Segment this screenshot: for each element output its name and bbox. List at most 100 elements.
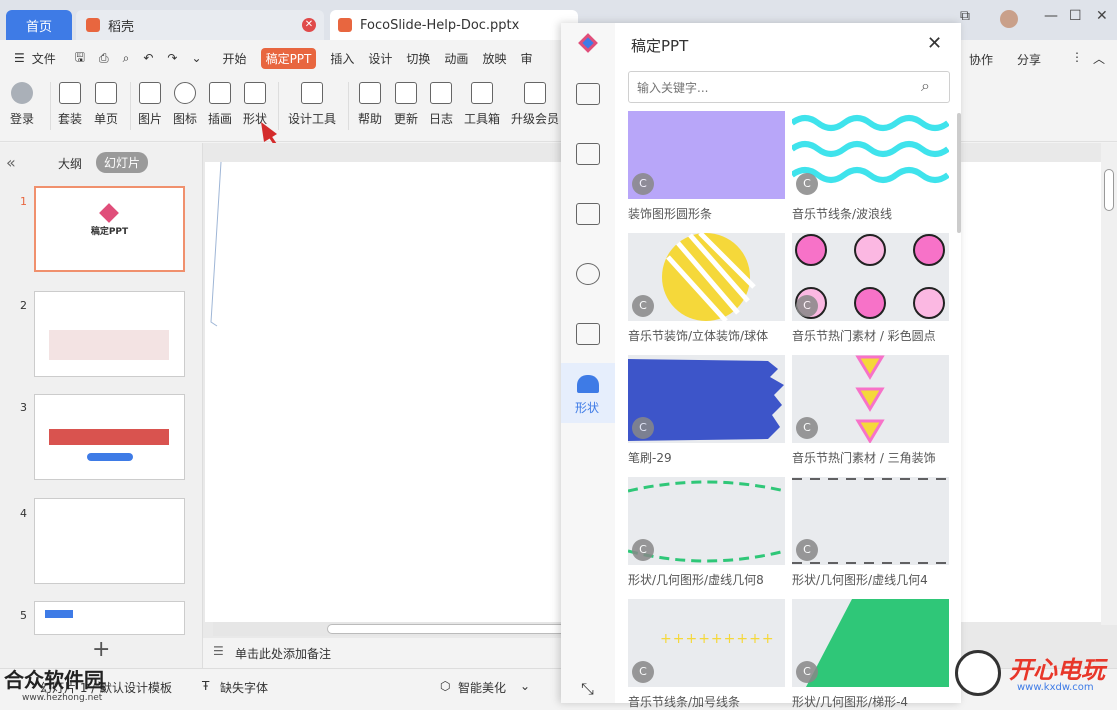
tab-docer[interactable]: 稻壳 ✕ [76, 10, 324, 40]
menu-animation[interactable]: 动画 [444, 50, 468, 67]
notes-placeholder[interactable]: 单击此处添加备注 [235, 645, 331, 662]
search-input[interactable] [637, 78, 907, 98]
panel-scrollbar[interactable] [957, 113, 961, 233]
undo-icon[interactable]: ↶ [143, 51, 153, 65]
collapse-icon[interactable]: ︿ [1093, 50, 1105, 67]
asset-card[interactable]: C [628, 233, 785, 321]
tab-docer-label: 稻壳 [108, 19, 135, 35]
upgrade-label: 升级会员 [511, 112, 560, 126]
nav-shape[interactable]: 形状 [561, 363, 615, 423]
save-icon[interactable]: 🖫 [75, 48, 85, 69]
tab-home[interactable]: 首页 [6, 10, 72, 40]
chevron-down-icon[interactable]: ⌄ [520, 679, 530, 693]
tab-outline[interactable]: 大纲 [58, 155, 82, 172]
asset-card[interactable]: C [792, 477, 949, 565]
menu-gaoding[interactable]: 稿定PPT [260, 47, 317, 69]
menu-collab[interactable]: 协作 [969, 51, 993, 68]
toolbox-icon [471, 82, 493, 104]
slide-thumb-4[interactable] [34, 498, 185, 584]
copyright-badge: C [632, 173, 654, 195]
log-button[interactable]: 日志 [429, 82, 453, 127]
asset-card[interactable]: C [628, 477, 785, 565]
search-box[interactable]: ⌕ [628, 71, 950, 103]
notes-bar[interactable]: ☰ 单击此处添加备注 [203, 638, 561, 668]
user-icon [11, 82, 33, 104]
hamburger-icon[interactable]: ☰ [14, 51, 25, 65]
menu-design[interactable]: 设计 [368, 50, 392, 67]
layout-icon[interactable]: ⧉ [960, 8, 970, 24]
chart-icon[interactable] [576, 323, 600, 345]
add-slide-icon[interactable]: + [92, 637, 110, 662]
watermark-left: 合众软件园 www.hezhong.net [4, 664, 104, 703]
shape-icon [244, 82, 266, 104]
collapse-arrows-icon[interactable]: ⤡ [581, 679, 594, 699]
icon-button[interactable]: 图标 [173, 82, 197, 127]
layout-page-icon[interactable] [576, 143, 600, 165]
slide-thumb-5[interactable] [34, 601, 185, 635]
collapse-panel-icon[interactable]: « [6, 153, 16, 172]
slide-panel: « 大纲 幻灯片 1 稿定PPT 2 3 4 5 + [0, 143, 203, 668]
illustration-button[interactable]: 插画 [208, 82, 232, 127]
slide-thumb-2[interactable] [34, 291, 185, 377]
single-page-label: 单页 [94, 112, 119, 126]
nav-shape-label: 形状 [575, 401, 600, 415]
search-icon[interactable]: ⌕ [921, 76, 930, 96]
asset-card[interactable]: C [792, 233, 949, 321]
close-icon[interactable]: ✕ [302, 18, 316, 32]
dropdown-icon[interactable]: ⌄ [191, 51, 201, 65]
menu-start[interactable]: 开始 [223, 50, 247, 67]
h-scrollbar[interactable] [213, 622, 567, 636]
asset-card[interactable]: C [628, 111, 785, 199]
slide-canvas-right[interactable] [961, 162, 1101, 622]
upgrade-button[interactable]: 升级会员 [511, 82, 559, 127]
minimize-icon[interactable]: — [1044, 8, 1058, 24]
image-button[interactable]: 图片 [138, 82, 162, 127]
suite-button[interactable]: 套装 [58, 82, 82, 127]
print-icon[interactable]: ⎙ [99, 51, 109, 66]
page-icon [95, 82, 117, 104]
copyright-badge: C [632, 539, 654, 561]
asset-card[interactable]: C [792, 599, 949, 687]
log-icon [430, 82, 452, 104]
more-icon[interactable]: ⋮ [1071, 50, 1083, 64]
preview-icon[interactable]: ⌕ [123, 51, 130, 66]
menu-slideshow[interactable]: 放映 [482, 50, 506, 67]
slide-number: 1 [20, 195, 27, 208]
update-button[interactable]: 更新 [394, 82, 418, 127]
picture-icon[interactable] [576, 203, 600, 225]
asset-card[interactable]: +++++++++ C [628, 599, 785, 687]
avatar[interactable] [1000, 10, 1018, 28]
menu-share[interactable]: 分享 [1017, 51, 1041, 68]
slide-canvas[interactable] [205, 162, 561, 622]
login-label: 登录 [10, 112, 35, 126]
emoji-icon[interactable] [576, 263, 600, 285]
slide-thumb-3[interactable] [34, 394, 185, 480]
maximize-icon[interactable]: ☐ [1069, 8, 1082, 24]
close-icon[interactable]: ✕ [927, 33, 942, 54]
template-label[interactable]: 默认设计模板 [100, 679, 172, 696]
smart-beautify-button[interactable]: 智能美化 [458, 679, 506, 696]
toolbox-button[interactable]: 工具箱 [464, 82, 500, 127]
asset-card[interactable]: C [792, 355, 949, 443]
single-page-button[interactable]: 单页 [94, 82, 118, 127]
missing-font-button[interactable]: 缺失字体 [220, 679, 268, 696]
help-button[interactable]: 帮助 [358, 82, 382, 127]
image-label: 图片 [138, 112, 163, 126]
tab-slides[interactable]: 幻灯片 [96, 152, 149, 173]
asset-card[interactable]: C [792, 111, 949, 199]
login-button[interactable]: 登录 [10, 82, 34, 127]
v-scrollbar[interactable] [1101, 143, 1117, 625]
menu-file[interactable]: 文件 [32, 50, 56, 67]
menu-review[interactable]: 审 [520, 50, 532, 67]
menu-transition[interactable]: 切换 [406, 50, 430, 67]
tab-document[interactable]: FocoSlide-Help-Doc.pptx [330, 10, 578, 40]
watermark-right-text: 开心电玩 [1009, 656, 1105, 684]
panel-title: 稿定PPT [631, 37, 689, 55]
redo-icon[interactable]: ↷ [167, 51, 177, 65]
asset-card[interactable]: C [628, 355, 785, 443]
template-icon[interactable] [576, 83, 600, 105]
shape-icon [577, 375, 599, 393]
menu-insert[interactable]: 插入 [330, 50, 354, 67]
slide-thumb-1[interactable]: 稿定PPT [34, 186, 185, 272]
close-window-icon[interactable]: ✕ [1096, 8, 1108, 24]
